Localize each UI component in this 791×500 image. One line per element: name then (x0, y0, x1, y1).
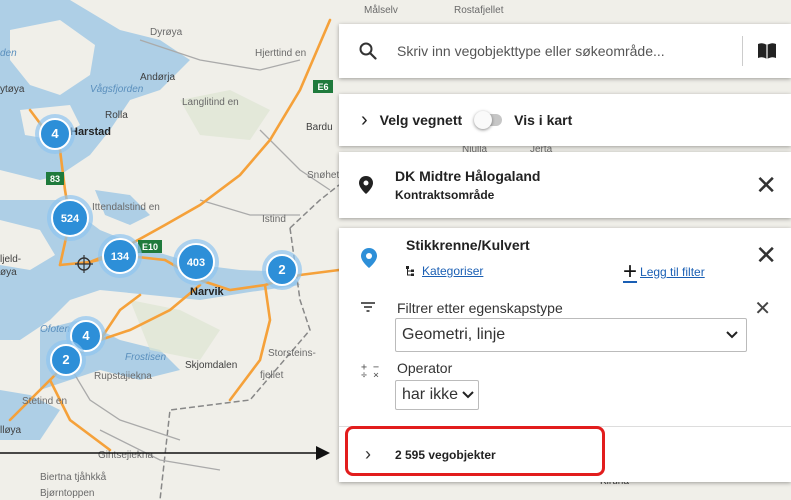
contract-area-card: DK Midtre Hålogaland Kontraktsområde ✕ (339, 152, 791, 218)
property-type-select[interactable]: Geometri, linje (395, 318, 747, 352)
search-input[interactable]: Skriv inn vegobjekttype eller søkeområde… (397, 43, 728, 59)
road-shield-e6: E6 (313, 80, 333, 93)
filter-label: Filtrer etter egenskapstype (397, 300, 563, 316)
blue-location-pin-icon (361, 248, 377, 268)
operator-icon: + − ÷ × (361, 362, 380, 381)
road-network-selector[interactable]: › Velg vegnett Vis i kart (339, 94, 791, 146)
map-label: Bjørntoppen (40, 488, 94, 499)
object-type-title: Stikkrenne/Kulvert (406, 237, 530, 253)
road-shield-e10: E10 (138, 240, 162, 253)
map-label: lløya (0, 425, 22, 436)
object-cluster-marker[interactable]: 134 (98, 234, 142, 278)
map-label: Ittendalstind en (92, 202, 160, 213)
cluster-count[interactable]: 2 (278, 262, 285, 277)
map-label: Rolla (105, 110, 128, 121)
road-shield-83: 83 (46, 172, 64, 185)
object-cluster-marker[interactable]: 524 (47, 195, 93, 241)
show-in-map-label: Vis i kart (514, 112, 573, 128)
map-label: Narvik (190, 286, 225, 298)
remove-filter-icon[interactable]: ✕ (754, 296, 771, 321)
search-divider (742, 36, 743, 66)
map-label: fjellet (260, 370, 284, 381)
chevron-down-icon[interactable] (462, 391, 474, 399)
category-tree-icon (406, 266, 414, 276)
categorize-link[interactable]: Kategoriser (406, 264, 483, 278)
map-label: Skjomdalen (185, 360, 237, 371)
operator-label: Operator (397, 360, 453, 376)
operator-value[interactable]: har ikke (402, 386, 458, 404)
cluster-count[interactable]: 524 (61, 213, 80, 225)
map-label: Dyrøya (150, 27, 183, 38)
map-label: Storsteins- (268, 348, 316, 359)
map-label: den (0, 48, 17, 59)
map-label: Ofoten (40, 324, 70, 335)
map-label: ljeld- (0, 254, 21, 265)
close-object-type-icon[interactable]: ✕ (755, 242, 777, 268)
add-filter-label[interactable]: Legg til filter (640, 265, 705, 279)
show-in-map-toggle[interactable] (474, 111, 503, 129)
map-label: Langlitind en (182, 97, 239, 108)
close-contract-icon[interactable]: ✕ (755, 172, 777, 198)
categorize-label[interactable]: Kategoriser (422, 264, 483, 278)
svg-text:83: 83 (50, 174, 60, 184)
map-label: Vågsfjorden (90, 83, 144, 95)
chevron-right-icon[interactable]: › (361, 109, 368, 132)
map-label: Rostafjellet (454, 5, 504, 16)
map-label: Gihtsejiekna (98, 450, 153, 461)
object-cluster-marker[interactable]: 2 (46, 340, 86, 380)
map-label: Harstad (70, 126, 111, 138)
object-cluster-marker[interactable]: 2 (262, 250, 302, 290)
results-highlight-box (345, 426, 605, 476)
search-bar[interactable]: Skriv inn vegobjekttype eller søkeområde… (339, 24, 791, 78)
filter-icon (361, 302, 375, 312)
network-label[interactable]: Velg vegnett (380, 112, 462, 128)
map-label: Hjerttind en (255, 48, 306, 59)
map-label: øya (0, 267, 17, 278)
property-type-value[interactable]: Geometri, linje (402, 326, 726, 344)
map-label: ytøya (0, 84, 25, 95)
chevron-down-icon[interactable] (726, 331, 738, 339)
contract-subtitle: Kontraktsområde (395, 188, 495, 202)
map-label: Frostisen (125, 352, 167, 363)
toggle-knob[interactable] (474, 111, 493, 129)
search-icon[interactable] (359, 42, 377, 60)
operator-select[interactable]: har ikke (395, 380, 480, 410)
object-cluster-marker[interactable]: 403 (173, 239, 219, 285)
cluster-count[interactable]: 134 (111, 251, 130, 263)
svg-text:E6: E6 (317, 82, 328, 92)
map-label: Rupstajiekna (94, 371, 152, 382)
book-icon[interactable] (757, 42, 777, 60)
map-label: Bardu (306, 122, 333, 133)
map-label: Andørja (140, 72, 175, 83)
location-pin-icon (359, 176, 373, 194)
map-label: Biertna tjåhkkå (40, 471, 107, 483)
cluster-count[interactable]: 2 (62, 352, 69, 367)
cluster-count[interactable]: 403 (187, 257, 205, 269)
map-label: Målselv (364, 4, 398, 16)
cluster-count[interactable]: 4 (82, 328, 90, 343)
plus-icon[interactable]: + (623, 260, 637, 284)
object-cluster-marker[interactable]: 4 (35, 114, 75, 154)
cluster-count[interactable]: 4 (51, 126, 59, 141)
contract-title: DK Midtre Hålogaland (395, 168, 541, 184)
filter-card-header: Stikkrenne/Kulvert Kategoriser + Legg ti… (339, 228, 791, 288)
add-filter-link[interactable]: + Legg til filter (623, 260, 705, 284)
map-label: Stetind en (22, 396, 67, 407)
svg-text:E10: E10 (142, 242, 158, 252)
map-label: Istind (262, 214, 286, 225)
